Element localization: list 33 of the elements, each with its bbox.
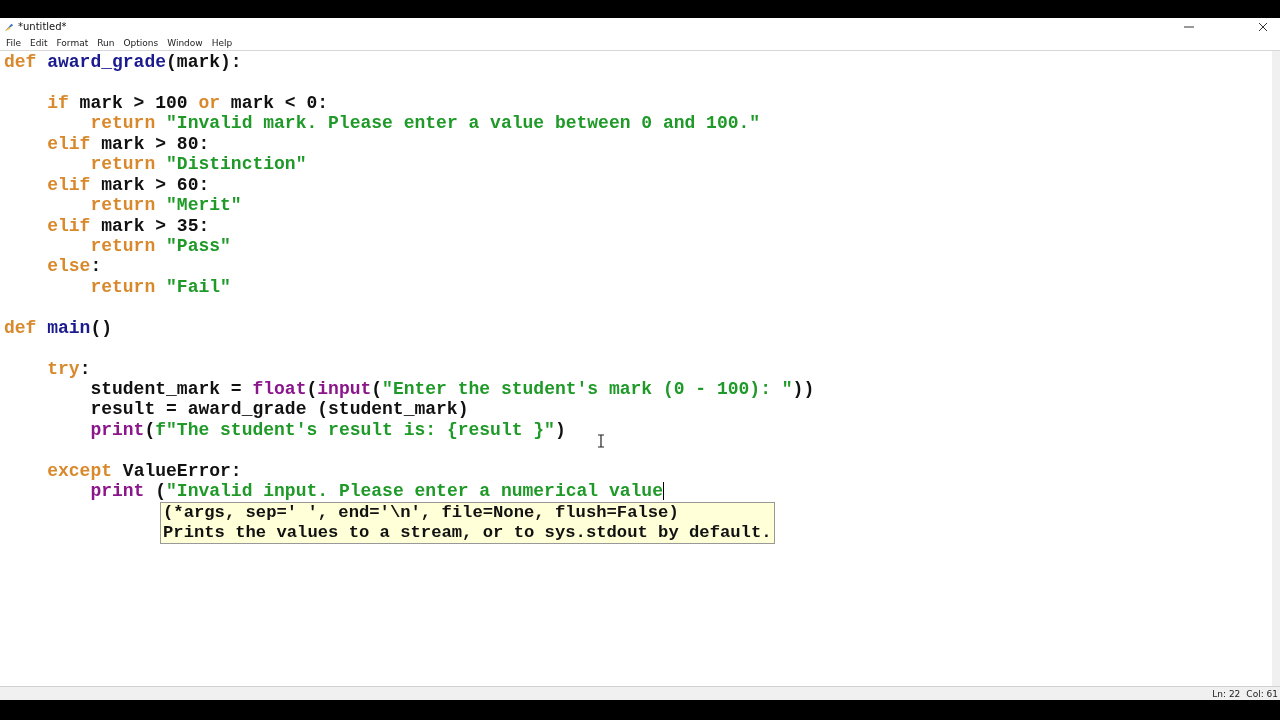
function-description: Prints the values to a stream, or to sys.stdout by default. (163, 522, 772, 543)
code-line: else: (46, 256, 102, 277)
code-line: return "Merit" (89, 195, 242, 216)
code-line: def award_grade(mark): (4, 52, 242, 73)
code-line: print(f"The student's result is: {result }") (89, 419, 566, 440)
menu-item[interactable]: Options (123, 37, 159, 48)
code-line: return "Fail" (89, 276, 231, 297)
menu-item[interactable]: Format (56, 37, 89, 48)
code-line: print ("Invalid input. Please enter a numerical value (89, 481, 663, 502)
code-line: if mark > 100 or mark < 0: (46, 93, 329, 114)
code-line: elif mark > 35: (46, 215, 210, 236)
function-signature: (*args, sep=' ', end='\n', file=None, flush=False) (163, 502, 680, 523)
menu-item[interactable]: Help (211, 37, 233, 48)
code-line: result = award_grade (student_mark) (89, 399, 469, 420)
code-line: elif mark > 80: (46, 133, 210, 154)
code-line: student_mark = float(input("Enter the student's mark (0 - 100): ")) (89, 378, 815, 399)
menu-item[interactable]: Edit (30, 37, 48, 48)
line-number: Ln: 22 (1212, 688, 1241, 699)
code-line: elif mark > 60: (46, 174, 210, 195)
feather-icon (4, 21, 14, 32)
code-line: except ValueError: (46, 460, 242, 481)
column-number: Col: 61 (1246, 688, 1278, 699)
menu-item[interactable]: Window (167, 37, 203, 48)
code-line: try: (46, 358, 91, 379)
code-line: return "Pass" (89, 236, 231, 256)
window-title: *untitled* (18, 21, 67, 32)
code-line: return "Distinction" (89, 154, 307, 175)
menu-item[interactable]: File (6, 37, 22, 48)
code-line: def main() (4, 317, 113, 338)
text-cursor-icon (597, 434, 605, 448)
menu-item[interactable]: Run (97, 37, 115, 48)
code-line: return "Invalid mark. Please enter a value between 0 and 100." (89, 113, 761, 134)
close-icon (1258, 21, 1268, 32)
